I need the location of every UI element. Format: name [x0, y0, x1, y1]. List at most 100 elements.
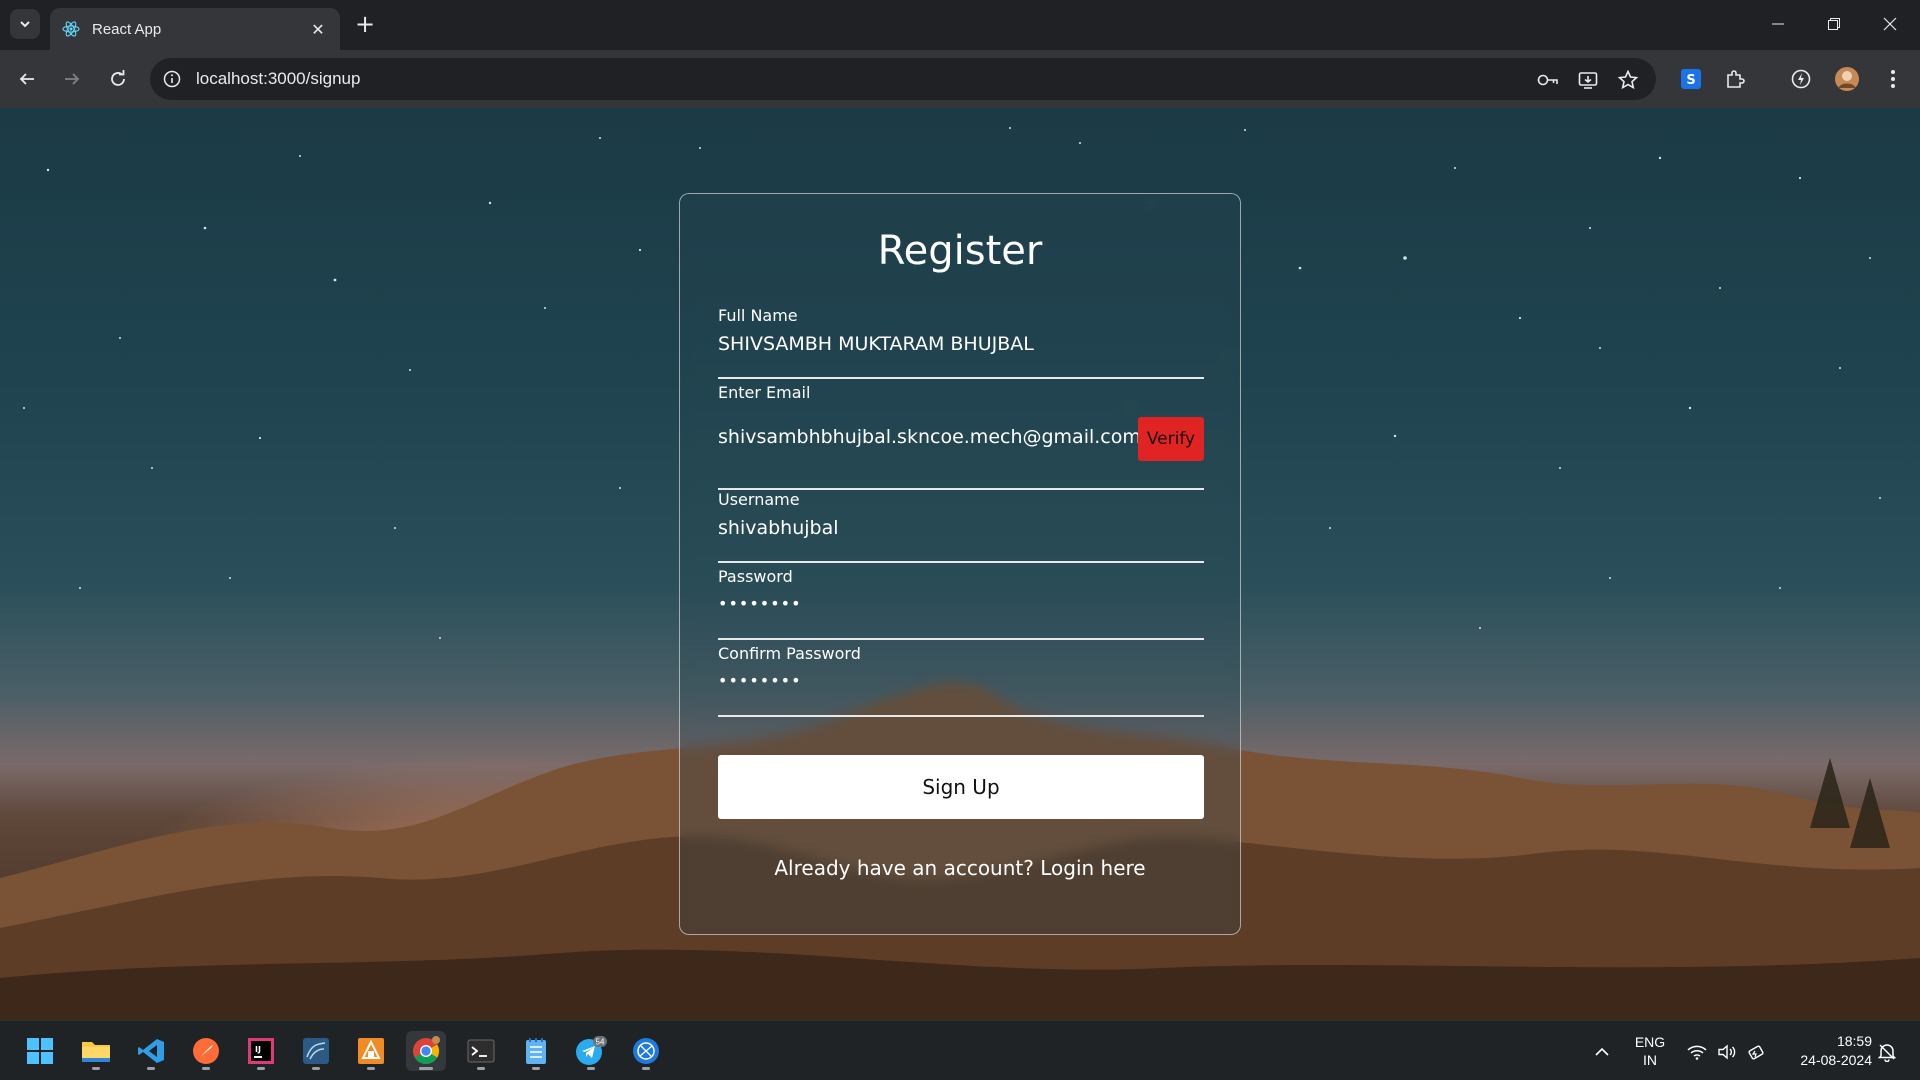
sign-up-button[interactable]: Sign Up — [718, 755, 1204, 819]
intellij-icon: IJ — [248, 1038, 274, 1064]
close-tab-icon[interactable]: ✕ — [308, 20, 328, 39]
taskbar-mysql-workbench[interactable] — [296, 1031, 336, 1071]
git-app-icon — [358, 1038, 384, 1064]
vscode-icon — [138, 1039, 164, 1063]
battery-icon[interactable] — [1746, 1041, 1768, 1063]
password-underline — [718, 638, 1204, 640]
mysql-workbench-icon — [303, 1038, 329, 1064]
tab-search-button[interactable] — [10, 9, 40, 39]
wifi-icon[interactable] — [1686, 1041, 1708, 1063]
running-indicator — [419, 1067, 433, 1070]
postman-icon — [193, 1038, 219, 1064]
back-button[interactable] — [12, 64, 42, 94]
start-button[interactable] — [20, 1031, 60, 1071]
taskbar-chrome[interactable] — [406, 1031, 446, 1071]
running-indicator — [257, 1067, 265, 1070]
close-window-button[interactable] — [1868, 10, 1912, 38]
forward-icon — [65, 73, 80, 85]
running-indicator — [92, 1067, 100, 1070]
notification-bell-icon — [1877, 1044, 1897, 1062]
username-label: Username — [718, 490, 800, 509]
profile-avatar[interactable] — [1832, 64, 1862, 94]
windows-taskbar: IJ 54 ENG IN 18:59 24-08-2024 — [0, 1020, 1920, 1080]
install-app-icon[interactable] — [1576, 68, 1600, 92]
tab-react-app[interactable]: React App ✕ — [50, 8, 340, 50]
confirm-password-input[interactable]: •••••••• — [718, 671, 1204, 690]
bookmark-star-icon[interactable] — [1616, 68, 1640, 92]
address-bar[interactable]: localhost:3000/signup — [150, 58, 1656, 100]
password-field[interactable]: Password •••••••• — [718, 567, 1204, 641]
clock-date: 24-08-2024 — [1800, 1052, 1872, 1068]
minimize-icon — [1772, 23, 1784, 25]
email-label: Enter Email — [718, 383, 811, 402]
new-tab-button[interactable]: + — [352, 11, 378, 37]
minimize-button[interactable] — [1756, 10, 1800, 38]
taskbar-telegram[interactable]: 54 — [571, 1031, 611, 1071]
telegram-badge: 54 — [596, 1038, 605, 1047]
notifications-button[interactable] — [1876, 1041, 1898, 1063]
taskbar-notepad[interactable] — [516, 1031, 556, 1071]
running-indicator — [642, 1067, 650, 1070]
show-hidden-icons-button[interactable] — [1591, 1041, 1613, 1063]
full-name-label: Full Name — [718, 306, 798, 325]
chevron-up-icon — [1595, 1047, 1609, 1056]
back-icon — [19, 73, 34, 85]
confirm-password-field[interactable]: Confirm Password •••••••• — [718, 644, 1204, 718]
reload-button[interactable] — [103, 64, 133, 94]
close-icon — [1883, 17, 1897, 31]
taskbar-vscode[interactable] — [131, 1031, 171, 1071]
chrome-icon — [413, 1036, 440, 1065]
restore-button[interactable] — [1812, 10, 1856, 38]
forward-button[interactable] — [57, 64, 87, 94]
svg-text:IJ: IJ — [255, 1045, 261, 1054]
taskbar-terminal[interactable] — [461, 1031, 501, 1071]
username-input[interactable]: shivabhujbal — [718, 517, 1204, 539]
full-name-input[interactable]: SHIVSAMBH MUKTARAM BHUJBAL — [718, 333, 1204, 355]
running-indicator — [312, 1067, 320, 1070]
running-indicator — [202, 1067, 210, 1070]
username-underline — [718, 561, 1204, 563]
confirm-password-label: Confirm Password — [718, 644, 861, 663]
verify-button[interactable]: Verify — [1138, 417, 1204, 461]
svg-text:S: S — [1686, 73, 1695, 88]
taskbar-intellij[interactable]: IJ — [241, 1031, 281, 1071]
page-viewport: Register Full Name SHIVSAMBH MUKTARAM BH… — [0, 108, 1920, 1020]
menu-kebab-icon[interactable] — [1878, 64, 1908, 94]
running-indicator — [587, 1067, 595, 1070]
site-info-icon[interactable] — [160, 67, 184, 91]
password-input[interactable]: •••••••• — [718, 594, 1204, 613]
chevron-down-icon — [20, 21, 30, 28]
clock-time: 18:59 — [1836, 1033, 1872, 1049]
volume-icon[interactable] — [1716, 1041, 1738, 1063]
taskbar-file-explorer[interactable] — [76, 1031, 116, 1071]
network-app-icon — [633, 1038, 659, 1064]
language-code: ENG — [1634, 1034, 1666, 1050]
react-icon — [62, 20, 80, 38]
full-name-field[interactable]: Full Name SHIVSAMBH MUKTARAM BHUJBAL — [718, 306, 1204, 380]
taskbar-git-app[interactable] — [351, 1031, 391, 1071]
register-card: Register Full Name SHIVSAMBH MUKTARAM BH… — [679, 193, 1241, 935]
taskbar-postman[interactable] — [186, 1031, 226, 1071]
login-link[interactable]: Already have an account? Login here — [680, 856, 1240, 880]
performance-icon[interactable] — [1786, 64, 1816, 94]
email-input[interactable]: shivsambhbhujbal.skncoe.mech@gmail.com — [718, 426, 1204, 448]
file-explorer-icon — [82, 1042, 110, 1062]
extension-s-icon[interactable]: S — [1676, 64, 1706, 94]
email-field[interactable]: Enter Email shivsambhbhujbal.skncoe.mech… — [718, 383, 1204, 491]
password-key-icon[interactable] — [1536, 68, 1560, 92]
terminal-icon — [467, 1039, 495, 1063]
page-title: Register — [877, 228, 1043, 274]
notepad-icon — [526, 1038, 546, 1064]
running-indicator — [532, 1067, 540, 1070]
language-indicator[interactable]: ENG IN — [1628, 1033, 1672, 1069]
password-label: Password — [718, 567, 793, 586]
username-field[interactable]: Username shivabhujbal — [718, 490, 1204, 564]
full-name-underline — [718, 377, 1204, 379]
clock[interactable]: 18:59 24-08-2024 — [1776, 1032, 1872, 1070]
url-text[interactable]: localhost:3000/signup — [196, 69, 360, 89]
taskbar-network-app[interactable] — [626, 1031, 666, 1071]
extensions-puzzle-icon[interactable] — [1720, 64, 1750, 94]
region-code: IN — [1643, 1052, 1657, 1068]
tab-title: React App — [92, 20, 162, 38]
running-indicator — [367, 1067, 375, 1070]
